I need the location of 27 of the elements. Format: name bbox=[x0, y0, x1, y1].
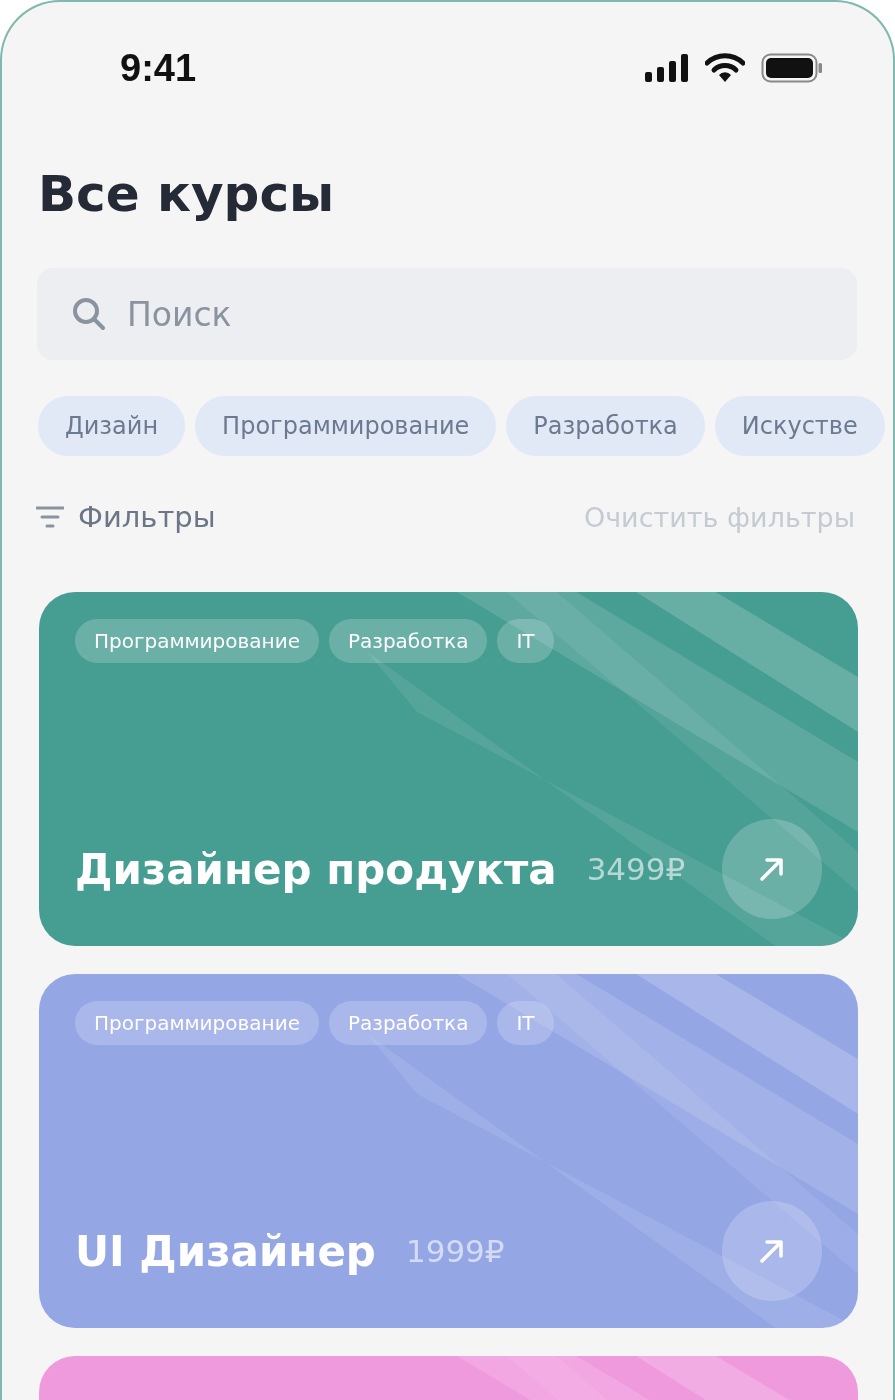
page-title: Все курсы bbox=[38, 164, 336, 224]
course-title: Дизайнер продукта bbox=[75, 844, 557, 894]
search-icon bbox=[71, 296, 107, 332]
course-tag: IT bbox=[497, 1001, 554, 1045]
category-chip[interactable]: Искустве bbox=[714, 396, 885, 456]
battery-icon bbox=[761, 53, 823, 83]
course-tag: Разработка bbox=[328, 619, 488, 663]
filter-icon bbox=[36, 505, 64, 529]
filters-button[interactable]: Фильтры bbox=[36, 500, 216, 534]
arrow-icon bbox=[758, 855, 786, 883]
search-field[interactable]: Поиск bbox=[37, 268, 857, 360]
course-tag: Программирование bbox=[75, 1001, 319, 1045]
course-tag: IT bbox=[497, 619, 554, 663]
wifi-icon bbox=[705, 53, 745, 83]
course-tag: Программирование bbox=[75, 619, 319, 663]
course-card[interactable]: Программирование Разработка IT UI Дизайнер 1999₽ bbox=[39, 974, 858, 1328]
category-chip[interactable]: Разработка bbox=[506, 396, 705, 456]
arrow-icon bbox=[758, 1237, 786, 1265]
category-chip[interactable]: Программирование bbox=[195, 396, 497, 456]
course-title: UI Дизайнер bbox=[75, 1226, 376, 1276]
course-card[interactable]: Программирование Разработка IT Дизайнер продукта 3499₽ bbox=[39, 592, 858, 946]
category-chip[interactable]: Дизайн bbox=[38, 396, 186, 456]
course-price: 1999₽ bbox=[405, 1233, 505, 1269]
signal-icon bbox=[645, 54, 689, 82]
status-time: 9:41 bbox=[120, 46, 197, 90]
course-price: 3499₽ bbox=[586, 851, 686, 887]
course-tag: Разработка bbox=[328, 1001, 488, 1045]
